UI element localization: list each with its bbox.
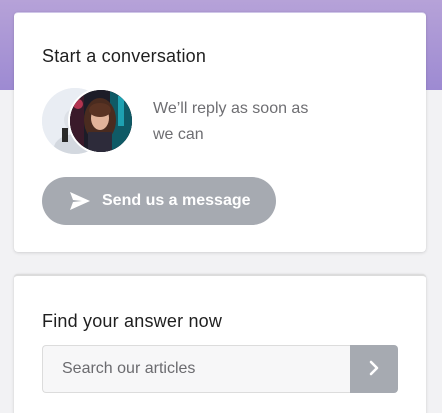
send-message-label: Send us a message <box>102 192 251 209</box>
chevron-right-icon <box>367 360 381 379</box>
send-message-button[interactable]: Send us a message <box>42 177 276 225</box>
paper-plane-icon <box>70 192 90 210</box>
search-submit-button[interactable] <box>350 345 398 393</box>
search-card: Find your answer now <box>14 274 426 413</box>
team-avatar-2 <box>68 88 134 154</box>
search-form <box>42 345 398 393</box>
conversation-card: Start a conversation We’ll reply as soon… <box>14 12 426 252</box>
search-title: Find your answer now <box>42 311 223 331</box>
search-input[interactable] <box>42 345 350 393</box>
conversation-title: Start a conversation <box>42 46 207 66</box>
team-avatars <box>42 88 138 158</box>
reply-time-text: We’ll reply as soon as we can <box>153 100 309 143</box>
